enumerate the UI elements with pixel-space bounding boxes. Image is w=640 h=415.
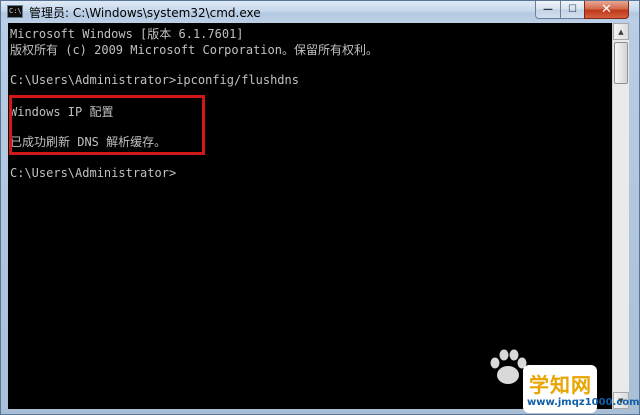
- console-line-version: Microsoft Windows [版本 6.1.7601]: [10, 27, 244, 41]
- highlight-annotation-box: [9, 95, 205, 155]
- watermark: 学知网 www.jmqz1000.com: [477, 343, 640, 414]
- watermark-title: 学知网: [529, 373, 592, 397]
- cmd-window: C:\ 管理员: C:\Windows\system32\cmd.exe — ☐…: [0, 0, 640, 415]
- scroll-thumb[interactable]: [614, 42, 628, 84]
- minimize-button[interactable]: —: [535, 1, 561, 19]
- maximize-button[interactable]: ☐: [560, 1, 585, 19]
- close-button[interactable]: ✕: [584, 1, 629, 19]
- triangle-up-icon[interactable]: ▲: [613, 23, 629, 40]
- console-line-prompt: C:\Users\Administrator>: [10, 166, 177, 180]
- window-title: 管理员: C:\Windows\system32\cmd.exe: [29, 6, 261, 20]
- watermark-url: www.jmqz1000.com: [527, 397, 640, 408]
- cmd-icon[interactable]: C:\: [7, 5, 23, 18]
- console-line-copyright: 版权所有 (c) 2009 Microsoft Corporation。保留所有…: [10, 43, 378, 57]
- console-line-command: C:\Users\Administrator>ipconfig/flushdns: [10, 73, 299, 87]
